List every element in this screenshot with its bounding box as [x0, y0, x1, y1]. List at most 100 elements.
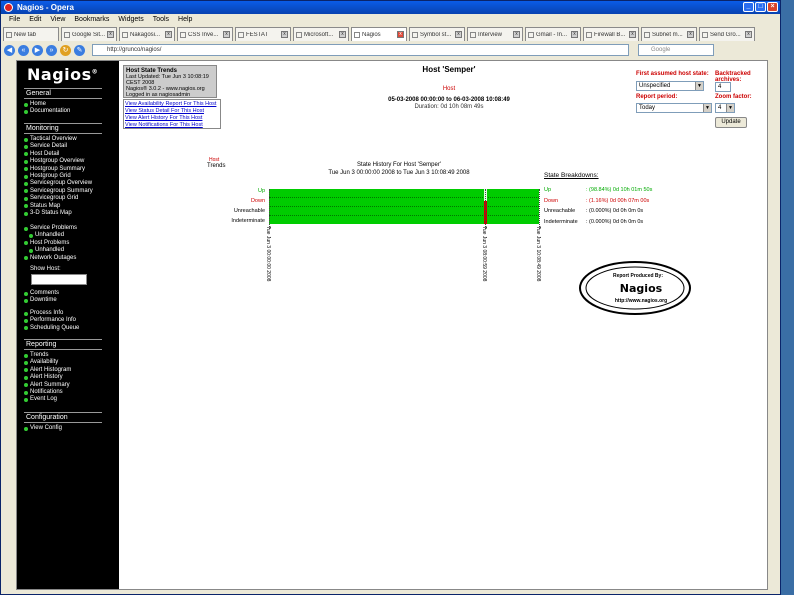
- search-input[interactable]: Google: [638, 44, 714, 56]
- back-icon[interactable]: ◀: [4, 44, 15, 56]
- nav-host-detail[interactable]: Host Detail: [24, 151, 117, 158]
- rewind-icon[interactable]: «: [18, 44, 29, 56]
- first-state-select[interactable]: Unspecified ▼: [636, 81, 704, 91]
- close-tab-icon[interactable]: x: [107, 31, 114, 38]
- nav-availability[interactable]: Availability: [24, 359, 117, 366]
- nav-servicegroup-overview[interactable]: Servicegroup Overview: [24, 180, 117, 187]
- menu-widgets[interactable]: Widgets: [118, 14, 143, 25]
- nav-event-log[interactable]: Event Log: [24, 396, 117, 403]
- menu-help[interactable]: Help: [178, 14, 192, 25]
- nav-hostgroup-summary[interactable]: Hostgroup Summary: [24, 166, 117, 173]
- tab[interactable]: Symbol st... x: [409, 27, 465, 41]
- bullet-icon: [24, 196, 28, 201]
- nav-scheduling-queue[interactable]: Scheduling Queue: [24, 325, 117, 332]
- registered-mark: ®: [91, 68, 99, 76]
- nav-documentation[interactable]: Documentation: [24, 108, 117, 115]
- grid-line: [269, 197, 539, 198]
- state-label-unreachable: Unreachable: [233, 208, 265, 214]
- tab[interactable]: CSS Inve... x: [177, 27, 233, 41]
- nav-home[interactable]: Home: [24, 101, 117, 108]
- report-produced-by-badge[interactable]: Report Produced By: Nagios http://www.na…: [579, 261, 691, 315]
- nav-3d-status-map[interactable]: 3-D Status Map: [24, 210, 117, 217]
- general-nav: Home Documentation: [24, 101, 117, 116]
- nav-hostgroup-overview[interactable]: Hostgroup Overview: [24, 158, 117, 165]
- bullet-icon: [24, 256, 28, 261]
- bullet-icon: [24, 375, 28, 380]
- tab-nagios-active[interactable]: Nagios x: [351, 27, 407, 41]
- link-notifications[interactable]: View Notifications For This Host: [125, 122, 219, 129]
- tab[interactable]: Send Gro... x: [699, 27, 755, 41]
- update-button[interactable]: Update: [715, 117, 747, 128]
- close-tab-icon[interactable]: x: [223, 31, 230, 38]
- nav-alert-summary[interactable]: Alert Summary: [24, 382, 117, 389]
- badge-line2: Nagios: [620, 282, 663, 295]
- report-period-select[interactable]: Today ▼: [636, 103, 712, 113]
- nav-servicegroup-summary[interactable]: Servicegroup Summary: [24, 188, 117, 195]
- close-tab-icon[interactable]: x: [339, 31, 346, 38]
- close-tab-icon[interactable]: x: [455, 31, 462, 38]
- nav-tactical-overview[interactable]: Tactical Overview: [24, 136, 117, 143]
- nav-alert-histogram[interactable]: Alert Histogram: [24, 367, 117, 374]
- reload-icon[interactable]: ↻: [60, 44, 71, 56]
- bullet-icon: [24, 398, 28, 403]
- nav-view-config[interactable]: View Config: [24, 425, 117, 432]
- tab[interactable]: Nakagosi... x: [119, 27, 175, 41]
- menu-tools[interactable]: Tools: [153, 14, 169, 25]
- nav-notifications[interactable]: Notifications: [24, 389, 117, 396]
- nav-network-outages[interactable]: Network Outages: [24, 255, 117, 262]
- nav-status-map[interactable]: Status Map: [24, 203, 117, 210]
- nav-host-unhandled[interactable]: Unhandled: [24, 247, 117, 254]
- nav-comments[interactable]: Comments: [24, 290, 117, 297]
- nav-downtime[interactable]: Downtime: [24, 297, 117, 304]
- backtrack-input[interactable]: 4: [715, 82, 731, 92]
- close-tab-icon[interactable]: x: [397, 31, 404, 38]
- close-tab-icon[interactable]: x: [165, 31, 172, 38]
- nav-host-problems[interactable]: Host Problems: [24, 240, 117, 247]
- tab[interactable]: Subnet m... x: [641, 27, 697, 41]
- close-tab-icon[interactable]: x: [629, 31, 636, 38]
- edit-icon[interactable]: ✎: [74, 44, 85, 56]
- nav-service-problems[interactable]: Service Problems: [24, 225, 117, 232]
- close-tab-icon[interactable]: x: [571, 31, 578, 38]
- tab[interactable]: Firewall B... x: [583, 27, 639, 41]
- section-general: General: [24, 88, 102, 99]
- close-tab-icon[interactable]: x: [687, 31, 694, 38]
- menu-file[interactable]: File: [9, 14, 20, 25]
- close-icon[interactable]: ×: [767, 2, 778, 12]
- close-tab-icon[interactable]: x: [513, 31, 520, 38]
- nagios-logo[interactable]: Nagios®: [27, 65, 98, 84]
- nav-servicegroup-grid[interactable]: Servicegroup Grid: [24, 195, 117, 202]
- bullet-icon: [24, 110, 28, 115]
- tab[interactable]: FESTAT x: [235, 27, 291, 41]
- nav-hostgroup-grid[interactable]: Hostgroup Grid: [24, 173, 117, 180]
- tab[interactable]: New tab: [3, 27, 59, 41]
- close-tab-icon[interactable]: x: [281, 31, 288, 38]
- menu-edit[interactable]: Edit: [29, 14, 41, 25]
- tab[interactable]: Interview x: [467, 27, 523, 41]
- forward-icon[interactable]: ▶: [32, 44, 43, 56]
- tab[interactable]: Gmail - In... x: [525, 27, 581, 41]
- nav-service-unhandled[interactable]: Unhandled: [24, 232, 117, 239]
- tab[interactable]: Google Sit... x: [61, 27, 117, 41]
- link-status-detail[interactable]: View Status Detail For This Host: [125, 108, 219, 115]
- maximize-icon[interactable]: □: [755, 2, 766, 12]
- link-availability[interactable]: View Availability Report For This Host: [125, 101, 219, 108]
- nav-performance-info[interactable]: Performance Info: [24, 317, 117, 324]
- trends-main-label: Trends: [207, 163, 226, 169]
- minimize-icon[interactable]: _: [743, 2, 754, 12]
- menu-bookmarks[interactable]: Bookmarks: [74, 14, 109, 25]
- nav-alert-history[interactable]: Alert History: [24, 374, 117, 381]
- menu-view[interactable]: View: [50, 14, 65, 25]
- address-input[interactable]: http://grunco/nagios/: [92, 44, 629, 56]
- show-host-input[interactable]: [31, 274, 87, 285]
- fast-forward-icon[interactable]: »: [46, 44, 57, 56]
- state-label-indeterminate: Indeterminate: [231, 218, 265, 224]
- menu-bar: File Edit View Bookmarks Widgets Tools H…: [1, 14, 780, 25]
- nav-service-detail[interactable]: Service Detail: [24, 143, 117, 150]
- nav-process-info[interactable]: Process Info: [24, 310, 117, 317]
- close-tab-icon[interactable]: x: [745, 31, 752, 38]
- zoom-select[interactable]: 4 ▼: [715, 103, 735, 113]
- nav-trends[interactable]: Trends: [24, 352, 117, 359]
- tab[interactable]: Microsoft... x: [293, 27, 349, 41]
- link-alert-history[interactable]: View Alert History For This Host: [125, 115, 219, 122]
